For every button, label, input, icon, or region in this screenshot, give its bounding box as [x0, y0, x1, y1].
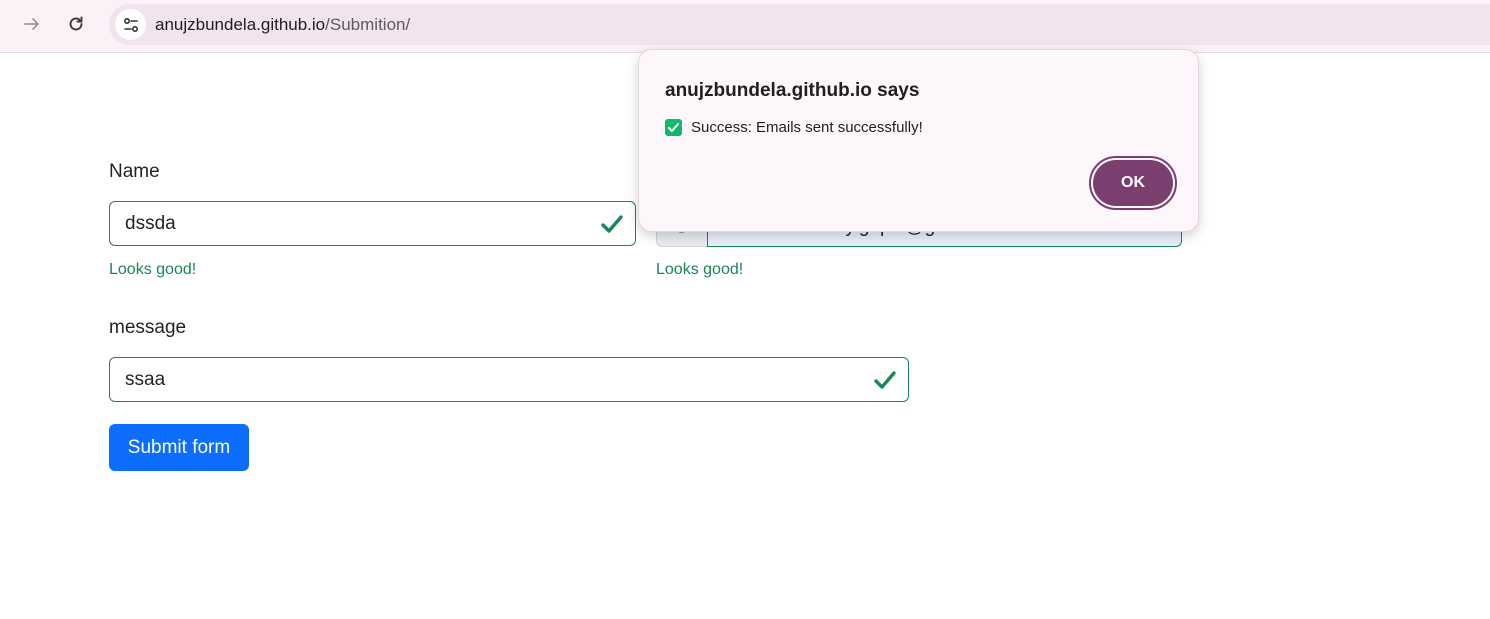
ok-button[interactable]: OK — [1089, 156, 1177, 210]
url-path: /Submition/ — [325, 15, 411, 34]
site-info-icon — [123, 17, 138, 32]
browser-toolbar: anujzbundela.github.io/Submition/ — [0, 0, 1490, 53]
message-label: message — [109, 317, 187, 338]
message-input-value: ssaa — [125, 369, 166, 390]
name-input[interactable]: dssda — [109, 201, 636, 246]
name-input-value: dssda — [125, 213, 176, 234]
name-feedback: Looks good! — [109, 261, 197, 278]
forward-arrow-icon — [24, 18, 39, 30]
dialog-message-text: Success: Emails sent successfully! — [691, 119, 923, 136]
submit-button[interactable]: Submit form — [109, 424, 249, 471]
site-info-button[interactable] — [115, 9, 146, 40]
dialog-title: anujzbundela.github.io says — [665, 80, 920, 101]
alert-dialog: anujzbundela.github.io says Success: Ema… — [638, 49, 1199, 232]
url-host: anujzbundela.github.io — [155, 15, 326, 34]
name-label: Name — [109, 161, 160, 182]
dialog-message: Success: Emails sent successfully! — [665, 119, 923, 136]
reload-icon — [69, 16, 83, 31]
email-feedback: Looks good! — [656, 261, 744, 278]
check-icon — [874, 371, 896, 389]
forward-button[interactable] — [16, 8, 48, 40]
ok-button-label: OK — [1093, 160, 1173, 206]
check-icon — [601, 215, 623, 233]
checkmark-box-icon — [665, 119, 682, 136]
message-input[interactable]: ssaa — [109, 357, 909, 402]
address-bar[interactable]: anujzbundela.github.io/Submition/ — [109, 4, 1490, 45]
url-text[interactable]: anujzbundela.github.io/Submition/ — [155, 15, 410, 35]
reload-button[interactable] — [60, 8, 92, 40]
